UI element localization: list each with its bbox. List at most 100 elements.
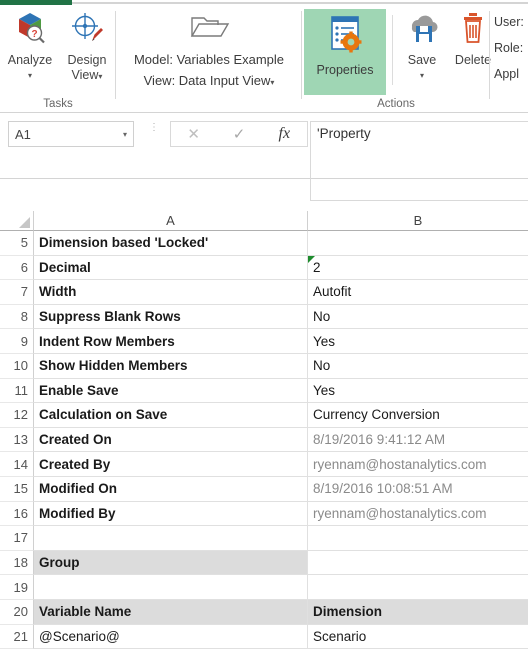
row-header[interactable]: 13: [0, 427, 34, 453]
table-row: 21 @Scenario@ Scenario: [0, 624, 528, 650]
save-button[interactable]: Save ▾: [398, 9, 446, 83]
cell-b[interactable]: Yes: [308, 379, 528, 404]
cell-b-text: Currency Conversion: [313, 407, 440, 423]
table-row: 7 Width Autofit: [0, 280, 528, 305]
row-header[interactable]: 12: [0, 403, 34, 428]
cell-b[interactable]: 8/19/2016 9:41:12 AM: [308, 428, 528, 453]
row-header[interactable]: 5: [0, 231, 34, 256]
cell-a[interactable]: [34, 575, 308, 600]
cell-b[interactable]: [308, 575, 528, 600]
cell-b[interactable]: ryennam@hostanalytics.com: [308, 502, 528, 527]
cube-magnifier-question-icon: ?: [2, 9, 58, 51]
cell-b[interactable]: ryennam@hostanalytics.com: [308, 452, 528, 477]
select-all-triangle-icon: [19, 217, 30, 228]
row-header[interactable]: 8: [0, 304, 34, 330]
chevron-down-icon[interactable]: ▾: [123, 130, 127, 139]
cell-b[interactable]: [308, 526, 528, 551]
design-view-label-line1: Design: [67, 53, 107, 67]
select-all-corner[interactable]: [0, 211, 34, 231]
cell-error-indicator-icon[interactable]: [308, 255, 315, 263]
cell-b-text: ryennam@hostanalytics.com: [313, 456, 487, 472]
table-row: 15 Modified On 8/19/2016 10:08:51 AM: [0, 476, 528, 502]
formula-bar-area: A1 ▾ ⋮ ✕ ✓ fx 'Property: [0, 113, 528, 201]
save-label: Save: [407, 53, 437, 67]
cell-a[interactable]: Group: [34, 550, 308, 576]
row-header[interactable]: 10: [0, 353, 34, 379]
row-header[interactable]: 17: [0, 526, 34, 551]
cell-b-text: Autofit: [313, 284, 352, 300]
cell-a[interactable]: Width: [34, 280, 308, 305]
analyze-caret-icon[interactable]: ▾: [2, 68, 58, 83]
row-header[interactable]: 20: [0, 599, 34, 625]
cell-a[interactable]: Created By: [34, 452, 308, 477]
cell-b[interactable]: No: [308, 354, 528, 379]
drag-grip-handle[interactable]: ⋮: [149, 123, 159, 142]
table-row: 6 Decimal 2: [0, 255, 528, 281]
cell-a[interactable]: Dimension based 'Locked': [34, 231, 308, 256]
table-row: 16 Modified By ryennam@hostanalytics.com: [0, 501, 528, 527]
cell-b[interactable]: No: [308, 305, 528, 330]
cell-a[interactable]: @Scenario@: [34, 624, 308, 650]
ribbon-divider-line: [72, 2, 528, 4]
cell-a[interactable]: [34, 526, 308, 551]
table-row: 12 Calculation on Save Currency Conversion: [0, 403, 528, 428]
cell-a[interactable]: Suppress Blank Rows: [34, 304, 308, 330]
crosshair-pencil-icon: [58, 9, 116, 51]
table-row: 5 Dimension based 'Locked': [0, 231, 528, 256]
column-header-a[interactable]: A: [34, 211, 308, 231]
cell-a[interactable]: Enable Save: [34, 378, 308, 404]
row-header[interactable]: 11: [0, 378, 34, 404]
table-row: 20 Variable Name Dimension: [0, 599, 528, 625]
cell-b[interactable]: Scenario: [308, 625, 528, 650]
confirm-check-icon[interactable]: ✓: [216, 125, 261, 143]
model-view-button[interactable]: Model: Variables Example View: Data Inpu…: [120, 9, 298, 93]
insert-function-icon[interactable]: fx: [262, 125, 307, 143]
table-row: 9 Indent Row Members Yes: [0, 329, 528, 354]
cancel-icon[interactable]: ✕: [171, 125, 216, 143]
formula-input[interactable]: 'Property: [310, 121, 528, 201]
row-header[interactable]: 21: [0, 624, 34, 650]
row-header[interactable]: 19: [0, 575, 34, 600]
save-caret-icon[interactable]: ▾: [398, 68, 446, 83]
design-view-caret-icon[interactable]: ▾: [98, 72, 102, 81]
cell-a[interactable]: Created On: [34, 427, 308, 453]
table-row: 13 Created On 8/19/2016 9:41:12 AM: [0, 427, 528, 453]
role-label: Role:: [494, 41, 524, 55]
row-header[interactable]: 16: [0, 501, 34, 527]
cell-a[interactable]: Modified On: [34, 476, 308, 502]
cell-b-text: Yes: [313, 333, 336, 349]
cell-b[interactable]: 8/19/2016 10:08:51 AM: [308, 477, 528, 502]
user-label: User:: [494, 15, 524, 29]
row-header[interactable]: 9: [0, 329, 34, 354]
cell-a[interactable]: Calculation on Save: [34, 403, 308, 428]
cell-a[interactable]: Modified By: [34, 501, 308, 527]
column-header-row: A B: [0, 211, 528, 231]
cell-a[interactable]: Show Hidden Members: [34, 353, 308, 379]
design-view-button[interactable]: Design View▾: [58, 9, 116, 84]
name-box[interactable]: A1 ▾: [8, 121, 134, 147]
cell-b-text: No: [313, 358, 331, 374]
model-view-caret-icon[interactable]: ▾: [270, 78, 274, 87]
cell-a[interactable]: Indent Row Members: [34, 329, 308, 354]
cell-b[interactable]: Dimension: [308, 599, 528, 625]
column-header-b[interactable]: B: [308, 211, 528, 231]
model-name-label: Model: Variables Example: [133, 52, 285, 67]
row-header[interactable]: 6: [0, 255, 34, 281]
cell-b[interactable]: Autofit: [308, 280, 528, 305]
row-header[interactable]: 18: [0, 550, 34, 576]
cell-a[interactable]: Variable Name: [34, 599, 308, 625]
table-row: 11 Enable Save Yes: [0, 378, 528, 404]
row-header[interactable]: 7: [0, 280, 34, 305]
cell-b[interactable]: Currency Conversion: [308, 403, 528, 428]
table-row: 14 Created By ryennam@hostanalytics.com: [0, 452, 528, 477]
cell-b[interactable]: Yes: [308, 329, 528, 354]
row-header[interactable]: 15: [0, 476, 34, 502]
properties-button[interactable]: Properties: [304, 9, 386, 95]
cell-a[interactable]: Decimal: [34, 255, 308, 281]
cell-b[interactable]: 2: [308, 255, 528, 281]
analyze-button[interactable]: ? Analyze ▾: [2, 9, 58, 83]
cell-b[interactable]: [308, 551, 528, 576]
cell-b[interactable]: [308, 231, 528, 256]
row-header[interactable]: 14: [0, 452, 34, 477]
actions-inner-separator: [392, 15, 393, 85]
